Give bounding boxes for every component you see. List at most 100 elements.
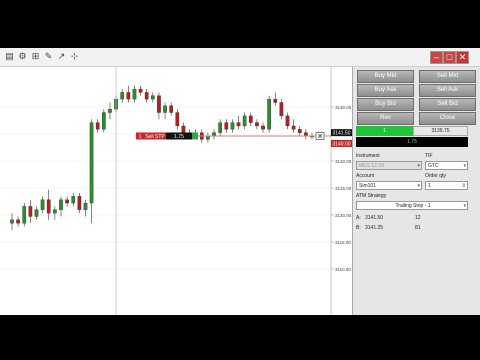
sell-ask-button[interactable]: Sell Ask [419,84,476,97]
instrument-select[interactable]: MES 12-19 ▾ [356,161,422,170]
candle-body [46,199,51,214]
position-marker [192,132,198,140]
order-qty-value: 1 [428,183,431,189]
buy-bid-button[interactable]: Buy Bid [357,98,414,111]
price-chart[interactable]: 1 Sell STP 1.75 ✕ 3130.003135.003130.003… [0,67,352,315]
atm-strategy-select[interactable]: Trailing Stop - 1 ▾ [356,201,468,210]
candle-body [291,125,296,130]
candle-body [181,125,186,133]
stop-order-type: Sell STP [145,134,165,140]
candle-body [40,199,45,210]
candle-body [10,219,14,224]
close-position-button[interactable]: Close [419,112,476,125]
candle-body [65,199,69,204]
unrealized-pnl: 1.75 [356,137,468,147]
crosshair-icon[interactable]: ⊹ [69,51,80,62]
account-value: Sim101 [359,183,376,189]
candle-body [102,112,106,130]
candle-body [297,129,302,133]
candle-body [255,122,259,127]
candle-body [267,98,271,130]
last-price-value: 3141.50 [332,130,350,136]
position-avg-price: 3139.75 [413,126,468,136]
candle-body [53,209,57,214]
close-window-button[interactable]: ✕ [456,51,469,64]
reverse-button[interactable]: Rev [357,112,414,125]
candle-body [230,122,235,130]
strategies-icon[interactable]: ✎ [43,51,54,62]
drawing-tools-icon[interactable]: ↗ [56,51,67,62]
position-qty: 1 [356,126,413,136]
bid-size: 81 [415,225,421,231]
account-select[interactable]: Sim101 ▾ [356,181,422,190]
last-price-tag: 3141.50 [331,129,352,136]
candle-body [242,115,247,127]
candle-body [59,199,63,210]
candle-body [169,105,174,113]
candle-body [89,122,94,204]
toolbar: ▤ ⚙ ⊞ ✎ ↗ ⊹ – □ ✕ [0,48,480,67]
price-axis-label: 3120.00 [335,213,352,218]
stop-order-pnl: 1.75 [174,134,184,140]
maximize-button[interactable]: □ [443,51,456,64]
candle-body [248,115,253,123]
candle-body [175,112,180,127]
cancel-order-icon[interactable]: ✕ [315,132,325,141]
candle-body [138,88,143,93]
sell-mkt-button[interactable]: Sell Mkt [419,70,476,83]
price-axis-label: 3130.00 [335,159,352,164]
order-qty-label: Order qty [425,173,446,179]
bid-label: B: [356,225,361,231]
candle-body [304,132,308,137]
chevron-down-icon: ▾ [417,183,420,189]
stop-order-label[interactable]: 1 Sell STP 1.75 [136,132,198,140]
account-label: Account [356,173,375,179]
candle-body [285,115,290,127]
ask-price: 3141.50 [365,215,384,221]
candle-body [132,88,137,100]
chevron-down-icon: ▾ [463,163,466,169]
chart-trader-panel: Buy Mkt Sell Mkt Buy Ask Sell Ask Buy Bi… [352,67,480,315]
candle-body [126,92,131,100]
candle-body [28,206,33,217]
price-chart-svg[interactable]: 1 Sell STP 1.75 ✕ 3130.003135.003130.003… [0,67,352,315]
spinner-icon[interactable]: ⇕ [462,182,466,191]
candle-body [34,209,39,217]
candle-body [212,132,216,137]
chevron-down-icon: ▾ [417,163,420,169]
price-axis-label: 3110.00 [335,267,351,272]
buy-ask-button[interactable]: Buy Ask [357,84,414,97]
candle-body [150,95,155,100]
ask-label: A: [356,215,361,221]
candle-body [261,125,265,130]
candle-body [224,122,229,130]
minimize-button[interactable]: – [430,51,443,64]
candle-body [218,122,222,133]
candle-body [16,219,20,224]
candle-body [22,206,27,224]
candle-body [120,92,125,100]
tif-label: TIF [425,153,433,159]
stop-price-value: 3140.00 [332,141,350,147]
candle-body [157,95,161,113]
tif-select[interactable]: GTC ▾ [425,161,468,170]
price-axis-label: 3125.00 [335,186,352,191]
atm-strategy-label: ATM Strategy [356,193,387,199]
buy-mkt-button[interactable]: Buy Mkt [357,70,414,83]
price-axis-label: 3130.00 [335,105,352,110]
bid-price: 3141.25 [365,225,384,231]
sell-bid-button[interactable]: Sell Bid [419,98,476,111]
candle-body [206,135,210,140]
indicators-icon[interactable]: ⊞ [30,51,41,62]
stop-order-qty: 1 [139,134,142,140]
candle-body [279,102,284,117]
candle-body [236,122,241,127]
order-qty-stepper[interactable]: 1 ⇕ [425,181,468,190]
properties-icon[interactable]: ⚙ [17,51,28,62]
candle-body [163,105,167,113]
instrument-value: MES 12-19 [359,163,385,169]
chart-style-icon[interactable]: ▤ [4,51,15,62]
price-axis-label: 3115.00 [335,240,351,245]
svg-text:✕: ✕ [317,134,323,141]
candle-body [77,196,82,210]
